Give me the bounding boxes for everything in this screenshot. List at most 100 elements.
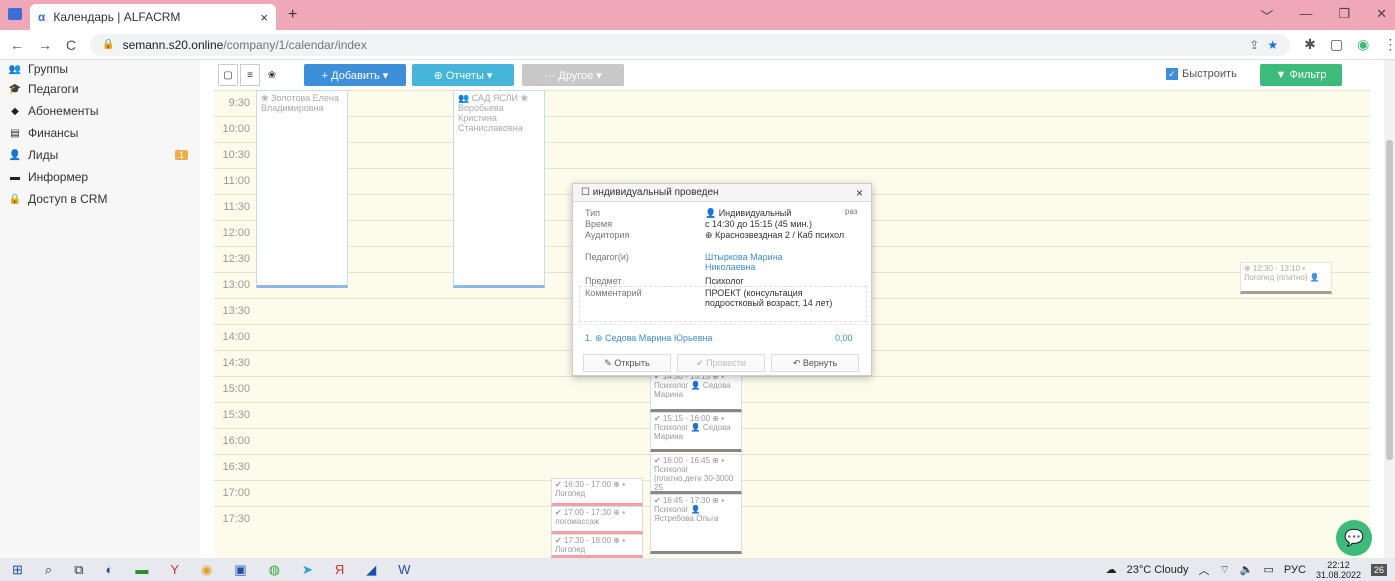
event-card[interactable]: ✔ 17:30 - 18:00 ⊕ ▪ Логопед [551, 534, 643, 558]
reload-icon[interactable]: C [66, 37, 76, 53]
telegram-icon[interactable]: ➤ [302, 562, 313, 578]
time-label: 16:30 [222, 461, 250, 473]
teacher-link[interactable]: Штыркова Марина Николаевна [705, 252, 825, 272]
minimize-icon[interactable]: — [1299, 6, 1312, 25]
popup-close-icon[interactable]: × [856, 186, 863, 200]
event-card[interactable]: ✔ 15:15 - 16:00 ⊕ ▪ Психолог 👤 Седова Ма… [650, 412, 742, 452]
time-label: 15:00 [222, 383, 250, 395]
url-input[interactable]: 🔒 semann.s20.online/company/1/calendar/i… [90, 33, 1291, 56]
yandex-icon[interactable]: Я [335, 562, 344, 577]
battery-icon[interactable]: ▭ [1264, 563, 1274, 576]
time-row[interactable]: 10:00 [214, 116, 1370, 142]
tab-close-icon[interactable]: × [260, 10, 268, 25]
sidebar-item-label: Доступ в CRM [28, 192, 108, 206]
sidebar-toggle-icon[interactable]: ▢ [1330, 36, 1343, 53]
file-explorer-icon[interactable]: ▬ [135, 562, 148, 577]
view-day-button[interactable]: ▢ [218, 64, 238, 86]
network-icon[interactable]: ⌔ [1219, 563, 1229, 577]
time-label: 17:30 [222, 513, 250, 525]
time-row[interactable]: 15:30 [214, 402, 1370, 428]
new-tab-button[interactable]: + [288, 6, 297, 24]
time-label: 14:30 [222, 357, 250, 369]
browser-tab[interactable]: α Календарь | ALFACRM × [30, 4, 276, 30]
forward-icon[interactable]: → [38, 37, 52, 53]
sidebar-item-teachers[interactable]: 🎓 Педагоги [0, 78, 200, 100]
time-label: 10:00 [222, 123, 250, 135]
extensions-icon[interactable]: ✱ [1304, 36, 1316, 53]
calendar-column-1[interactable]: ❀ Золотова Елена Владимировна [256, 90, 348, 288]
subject-value: Психолог [705, 276, 744, 286]
tab-title: Календарь | ALFACRM [53, 10, 181, 24]
event-card[interactable]: ✔ 16:00 - 16:45 ⊕ ▪ Психолог (платно,дет… [650, 454, 742, 494]
sidebar-item-finance[interactable]: ▤ Финансы [0, 122, 200, 144]
sidebar-item-groups[interactable]: 👥 Группы [0, 60, 200, 78]
notification-badge[interactable]: 26 [1370, 563, 1387, 576]
open-button[interactable]: ✎ Открыть [583, 354, 671, 372]
add-button[interactable]: + Добавить ▾ [304, 64, 406, 86]
time-row[interactable]: 10:30 [214, 142, 1370, 168]
time-label: 11:00 [223, 175, 250, 187]
time-label: 11:30 [223, 201, 250, 213]
chevron-down-icon[interactable]: ﹀ [1260, 6, 1273, 25]
bookmark-star-icon[interactable]: ★ [1267, 38, 1278, 52]
clock[interactable]: 22:12 31.08.2022 [1316, 560, 1361, 580]
sidebar-item-subscriptions[interactable]: ◆ Абонементы [0, 100, 200, 122]
type-label: Тип [585, 208, 601, 218]
client-link[interactable]: 1. ⊕ Седова Марина Юрьевна [585, 333, 712, 344]
volume-icon[interactable]: 🔈 [1240, 563, 1254, 576]
chat-bubble-icon[interactable]: 💬 [1336, 520, 1372, 556]
window-controls: ﹀ — ❐ ✕ [1260, 6, 1387, 25]
time-row[interactable]: 17:30 [214, 506, 1370, 532]
calendar-column-2[interactable]: 👥 САД ЯСЛИ ❀ Воробьева Кристина Станисла… [453, 90, 545, 288]
comment-value: ПРОЕКТ (консультация подростковый возрас… [705, 288, 833, 308]
tray-chevron-icon[interactable]: ︿ [1198, 562, 1209, 578]
windows-taskbar: ⊞ ⌕ ⧉ ◐ ▬ Y ◉ ▣ ◍ ➤ Я ◢ W ☁ 23°C Cloudy … [0, 558, 1395, 581]
zoom-icon[interactable]: ▣ [234, 562, 246, 578]
conduct-button[interactable]: ✔ Провести [677, 354, 765, 372]
filter-button[interactable]: ▼ Фильтр [1260, 64, 1342, 86]
maximize-icon[interactable]: ❐ [1338, 6, 1350, 25]
reports-button[interactable]: ⊕ Отчеты ▾ [412, 64, 514, 86]
edge-icon[interactable]: ◐ [105, 562, 113, 577]
money-icon: ▤ [10, 127, 20, 139]
event-card[interactable]: ✔ 16:45 - 17:30 ⊕ ▪ Психолог 👤 Ястребова… [650, 494, 742, 554]
menu-kebab-icon[interactable]: ⋮ [1383, 36, 1395, 53]
weather-text[interactable]: 23°C Cloudy [1127, 564, 1189, 576]
word-icon[interactable]: W [398, 562, 410, 577]
app-icon[interactable]: ◢ [366, 562, 376, 578]
back-icon[interactable]: ← [10, 37, 24, 53]
time-row[interactable]: 17:00 [214, 480, 1370, 506]
yandex-browser-icon[interactable]: Y [170, 562, 179, 577]
share-icon[interactable]: ⇪ [1249, 38, 1259, 52]
language-indicator[interactable]: РУС [1284, 564, 1306, 576]
event-card[interactable]: ✔ 14:30 - 15:15 ⊕ ▪ Психолог 👤 Седова Ма… [650, 370, 742, 412]
event-card[interactable]: ✔ 17:00 - 17:30 ⊕ ▪ логомассаж [551, 506, 643, 534]
sidebar-item-leads[interactable]: 👤 Лиды 1 [0, 144, 200, 166]
profile-icon[interactable]: ◉ [1357, 36, 1369, 53]
sidebar-item-label: Информер [28, 170, 89, 184]
time-row[interactable]: 16:30 [214, 454, 1370, 480]
time-row[interactable]: 9:30 [214, 90, 1370, 116]
time-row[interactable]: 16:00 [214, 428, 1370, 454]
other-button[interactable]: ··· Другое ▾ [522, 64, 624, 86]
search-icon[interactable]: ⌕ [45, 562, 52, 578]
time-row[interactable]: 15:00 [214, 376, 1370, 402]
leads-badge: 1 [174, 150, 188, 160]
view-list-button[interactable]: ≡ [240, 64, 260, 86]
weather-icon: ☁ [1105, 564, 1117, 576]
close-icon[interactable]: ✕ [1376, 6, 1387, 25]
window-menu-icon[interactable] [8, 8, 22, 20]
return-button[interactable]: ↶ Вернуть [771, 354, 859, 372]
whatsapp-icon[interactable]: ◍ [269, 562, 280, 578]
fast-checkbox[interactable]: ✓ Быстроить [1166, 68, 1237, 80]
divider [573, 324, 871, 325]
event-card[interactable]: ⊕ 12:30 - 13:10 ▪ Логопед (платно) 👤 [1240, 262, 1332, 294]
chrome-icon[interactable]: ◉ [201, 562, 212, 578]
view-tree-button[interactable]: ❀ [262, 64, 282, 86]
event-card[interactable]: ✔ 16:30 - 17:00 ⊕ ▪ Логопед [551, 478, 643, 506]
task-view-icon[interactable]: ⧉ [74, 562, 83, 578]
sidebar-item-crm-access[interactable]: 🔒 Доступ в CRM [0, 188, 200, 210]
sidebar-item-informer[interactable]: ▬ Информер [0, 166, 200, 188]
scrollbar-thumb[interactable] [1386, 140, 1393, 460]
windows-start-icon[interactable]: ⊞ [12, 562, 23, 578]
